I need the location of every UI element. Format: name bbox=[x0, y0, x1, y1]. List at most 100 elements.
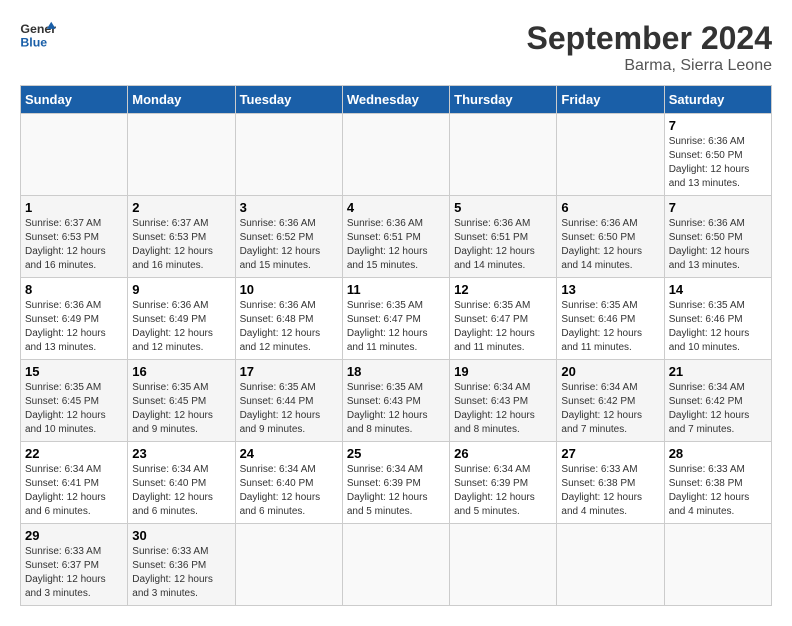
day-number: 11 bbox=[347, 282, 445, 297]
calendar-cell bbox=[235, 524, 342, 606]
day-number: 30 bbox=[132, 528, 230, 543]
location: Barma, Sierra Leone bbox=[527, 57, 772, 75]
day-info: Sunrise: 6:34 AMSunset: 6:39 PMDaylight:… bbox=[347, 464, 428, 517]
day-info: Sunrise: 6:34 AMSunset: 6:40 PMDaylight:… bbox=[240, 464, 321, 517]
calendar-cell: 4 Sunrise: 6:36 AMSunset: 6:51 PMDaylight… bbox=[342, 196, 449, 278]
calendar-cell: 7 Sunrise: 6:36 AMSunset: 6:50 PMDaylight… bbox=[664, 114, 771, 196]
calendar-week-5: 29Sunrise: 6:33 AMSunset: 6:37 PMDayligh… bbox=[21, 524, 772, 606]
day-info: Sunrise: 6:36 AMSunset: 6:48 PMDaylight:… bbox=[240, 300, 321, 353]
calendar-cell: 17 Sunrise: 6:35 AMSunset: 6:44 PMDayligh… bbox=[235, 360, 342, 442]
day-info: Sunrise: 6:34 AMSunset: 6:42 PMDaylight:… bbox=[561, 382, 642, 435]
calendar-body: 7 Sunrise: 6:36 AMSunset: 6:50 PMDaylight… bbox=[21, 114, 772, 606]
day-info: Sunrise: 6:35 AMSunset: 6:46 PMDaylight:… bbox=[669, 300, 750, 353]
day-number: 7 bbox=[669, 118, 767, 133]
weekday-sunday: Sunday bbox=[21, 86, 128, 114]
day-number: 23 bbox=[132, 446, 230, 461]
day-info: Sunrise: 6:33 AMSunset: 6:36 PMDaylight:… bbox=[132, 546, 213, 599]
weekday-wednesday: Wednesday bbox=[342, 86, 449, 114]
calendar-cell bbox=[342, 524, 449, 606]
calendar-cell: 19Sunrise: 6:34 AMSunset: 6:43 PMDayligh… bbox=[450, 360, 557, 442]
day-info: Sunrise: 6:37 AMSunset: 6:53 PMDaylight:… bbox=[25, 218, 106, 271]
calendar-cell: 20Sunrise: 6:34 AMSunset: 6:42 PMDayligh… bbox=[557, 360, 664, 442]
calendar-cell: 26Sunrise: 6:34 AMSunset: 6:39 PMDayligh… bbox=[450, 442, 557, 524]
calendar-cell bbox=[664, 524, 771, 606]
day-number: 24 bbox=[240, 446, 338, 461]
day-info: Sunrise: 6:35 AMSunset: 6:45 PMDaylight:… bbox=[132, 382, 213, 435]
day-info: Sunrise: 6:35 AMSunset: 6:47 PMDaylight:… bbox=[454, 300, 535, 353]
calendar-week-4: 22Sunrise: 6:34 AMSunset: 6:41 PMDayligh… bbox=[21, 442, 772, 524]
day-info: Sunrise: 6:35 AMSunset: 6:44 PMDaylight:… bbox=[240, 382, 321, 435]
title-section: September 2024 Barma, Sierra Leone bbox=[527, 20, 772, 75]
day-number: 28 bbox=[669, 446, 767, 461]
day-info: Sunrise: 6:33 AMSunset: 6:37 PMDaylight:… bbox=[25, 546, 106, 599]
calendar-cell: 25 Sunrise: 6:34 AMSunset: 6:39 PMDayligh… bbox=[342, 442, 449, 524]
calendar-cell: 1 Sunrise: 6:37 AMSunset: 6:53 PMDaylight… bbox=[21, 196, 128, 278]
day-number: 18 bbox=[347, 364, 445, 379]
day-info: Sunrise: 6:35 AMSunset: 6:45 PMDaylight:… bbox=[25, 382, 106, 435]
day-info: Sunrise: 6:36 AMSunset: 6:50 PMDaylight:… bbox=[669, 136, 750, 189]
logo-icon: General Blue bbox=[20, 20, 56, 50]
calendar-cell: 16 Sunrise: 6:35 AMSunset: 6:45 PMDayligh… bbox=[128, 360, 235, 442]
logo: General Blue bbox=[20, 20, 56, 50]
day-info: Sunrise: 6:35 AMSunset: 6:46 PMDaylight:… bbox=[561, 300, 642, 353]
weekday-header-row: SundayMondayTuesdayWednesdayThursdayFrid… bbox=[21, 86, 772, 114]
weekday-thursday: Thursday bbox=[450, 86, 557, 114]
day-number: 21 bbox=[669, 364, 767, 379]
weekday-tuesday: Tuesday bbox=[235, 86, 342, 114]
day-number: 22 bbox=[25, 446, 123, 461]
calendar-week-0: 7 Sunrise: 6:36 AMSunset: 6:50 PMDaylight… bbox=[21, 114, 772, 196]
calendar-cell: 7 Sunrise: 6:36 AMSunset: 6:50 PMDaylight… bbox=[664, 196, 771, 278]
calendar-cell bbox=[128, 114, 235, 196]
day-info: Sunrise: 6:36 AMSunset: 6:51 PMDaylight:… bbox=[347, 218, 428, 271]
calendar-cell bbox=[557, 114, 664, 196]
calendar-cell: 23 Sunrise: 6:34 AMSunset: 6:40 PMDayligh… bbox=[128, 442, 235, 524]
day-number: 27 bbox=[561, 446, 659, 461]
calendar-week-2: 8Sunrise: 6:36 AMSunset: 6:49 PMDaylight… bbox=[21, 278, 772, 360]
day-info: Sunrise: 6:34 AMSunset: 6:39 PMDaylight:… bbox=[454, 464, 535, 517]
day-info: Sunrise: 6:36 AMSunset: 6:52 PMDaylight:… bbox=[240, 218, 321, 271]
day-number: 25 bbox=[347, 446, 445, 461]
calendar-week-3: 15 Sunrise: 6:35 AMSunset: 6:45 PMDayligh… bbox=[21, 360, 772, 442]
calendar-cell: 14Sunrise: 6:35 AMSunset: 6:46 PMDayligh… bbox=[664, 278, 771, 360]
day-info: Sunrise: 6:37 AMSunset: 6:53 PMDaylight:… bbox=[132, 218, 213, 271]
calendar-cell: 6 Sunrise: 6:36 AMSunset: 6:50 PMDaylight… bbox=[557, 196, 664, 278]
day-info: Sunrise: 6:35 AMSunset: 6:43 PMDaylight:… bbox=[347, 382, 428, 435]
page-header: General Blue September 2024 Barma, Sierr… bbox=[20, 20, 772, 75]
day-number: 16 bbox=[132, 364, 230, 379]
day-number: 17 bbox=[240, 364, 338, 379]
day-number: 1 bbox=[25, 200, 123, 215]
calendar-cell: 10 Sunrise: 6:36 AMSunset: 6:48 PMDayligh… bbox=[235, 278, 342, 360]
svg-text:Blue: Blue bbox=[20, 35, 47, 49]
calendar-cell: 27 Sunrise: 6:33 AMSunset: 6:38 PMDayligh… bbox=[557, 442, 664, 524]
calendar-cell: 28Sunrise: 6:33 AMSunset: 6:38 PMDayligh… bbox=[664, 442, 771, 524]
day-info: Sunrise: 6:36 AMSunset: 6:50 PMDaylight:… bbox=[561, 218, 642, 271]
month-title: September 2024 bbox=[527, 20, 772, 57]
day-number: 13 bbox=[561, 282, 659, 297]
calendar-cell: 11Sunrise: 6:35 AMSunset: 6:47 PMDayligh… bbox=[342, 278, 449, 360]
day-number: 6 bbox=[561, 200, 659, 215]
calendar-cell bbox=[21, 114, 128, 196]
calendar-cell bbox=[235, 114, 342, 196]
calendar-cell: 29Sunrise: 6:33 AMSunset: 6:37 PMDayligh… bbox=[21, 524, 128, 606]
calendar-week-1: 1 Sunrise: 6:37 AMSunset: 6:53 PMDaylight… bbox=[21, 196, 772, 278]
day-number: 12 bbox=[454, 282, 552, 297]
day-number: 7 bbox=[669, 200, 767, 215]
day-number: 4 bbox=[347, 200, 445, 215]
calendar-table: SundayMondayTuesdayWednesdayThursdayFrid… bbox=[20, 85, 772, 606]
day-info: Sunrise: 6:34 AMSunset: 6:42 PMDaylight:… bbox=[669, 382, 750, 435]
calendar-cell bbox=[557, 524, 664, 606]
day-number: 9 bbox=[132, 282, 230, 297]
day-number: 5 bbox=[454, 200, 552, 215]
day-info: Sunrise: 6:34 AMSunset: 6:40 PMDaylight:… bbox=[132, 464, 213, 517]
day-number: 15 bbox=[25, 364, 123, 379]
day-info: Sunrise: 6:36 AMSunset: 6:49 PMDaylight:… bbox=[132, 300, 213, 353]
calendar-cell bbox=[450, 524, 557, 606]
calendar-cell: 13 Sunrise: 6:35 AMSunset: 6:46 PMDayligh… bbox=[557, 278, 664, 360]
day-info: Sunrise: 6:36 AMSunset: 6:50 PMDaylight:… bbox=[669, 218, 750, 271]
calendar-cell bbox=[342, 114, 449, 196]
weekday-friday: Friday bbox=[557, 86, 664, 114]
calendar-cell bbox=[450, 114, 557, 196]
day-info: Sunrise: 6:33 AMSunset: 6:38 PMDaylight:… bbox=[561, 464, 642, 517]
day-number: 10 bbox=[240, 282, 338, 297]
weekday-monday: Monday bbox=[128, 86, 235, 114]
